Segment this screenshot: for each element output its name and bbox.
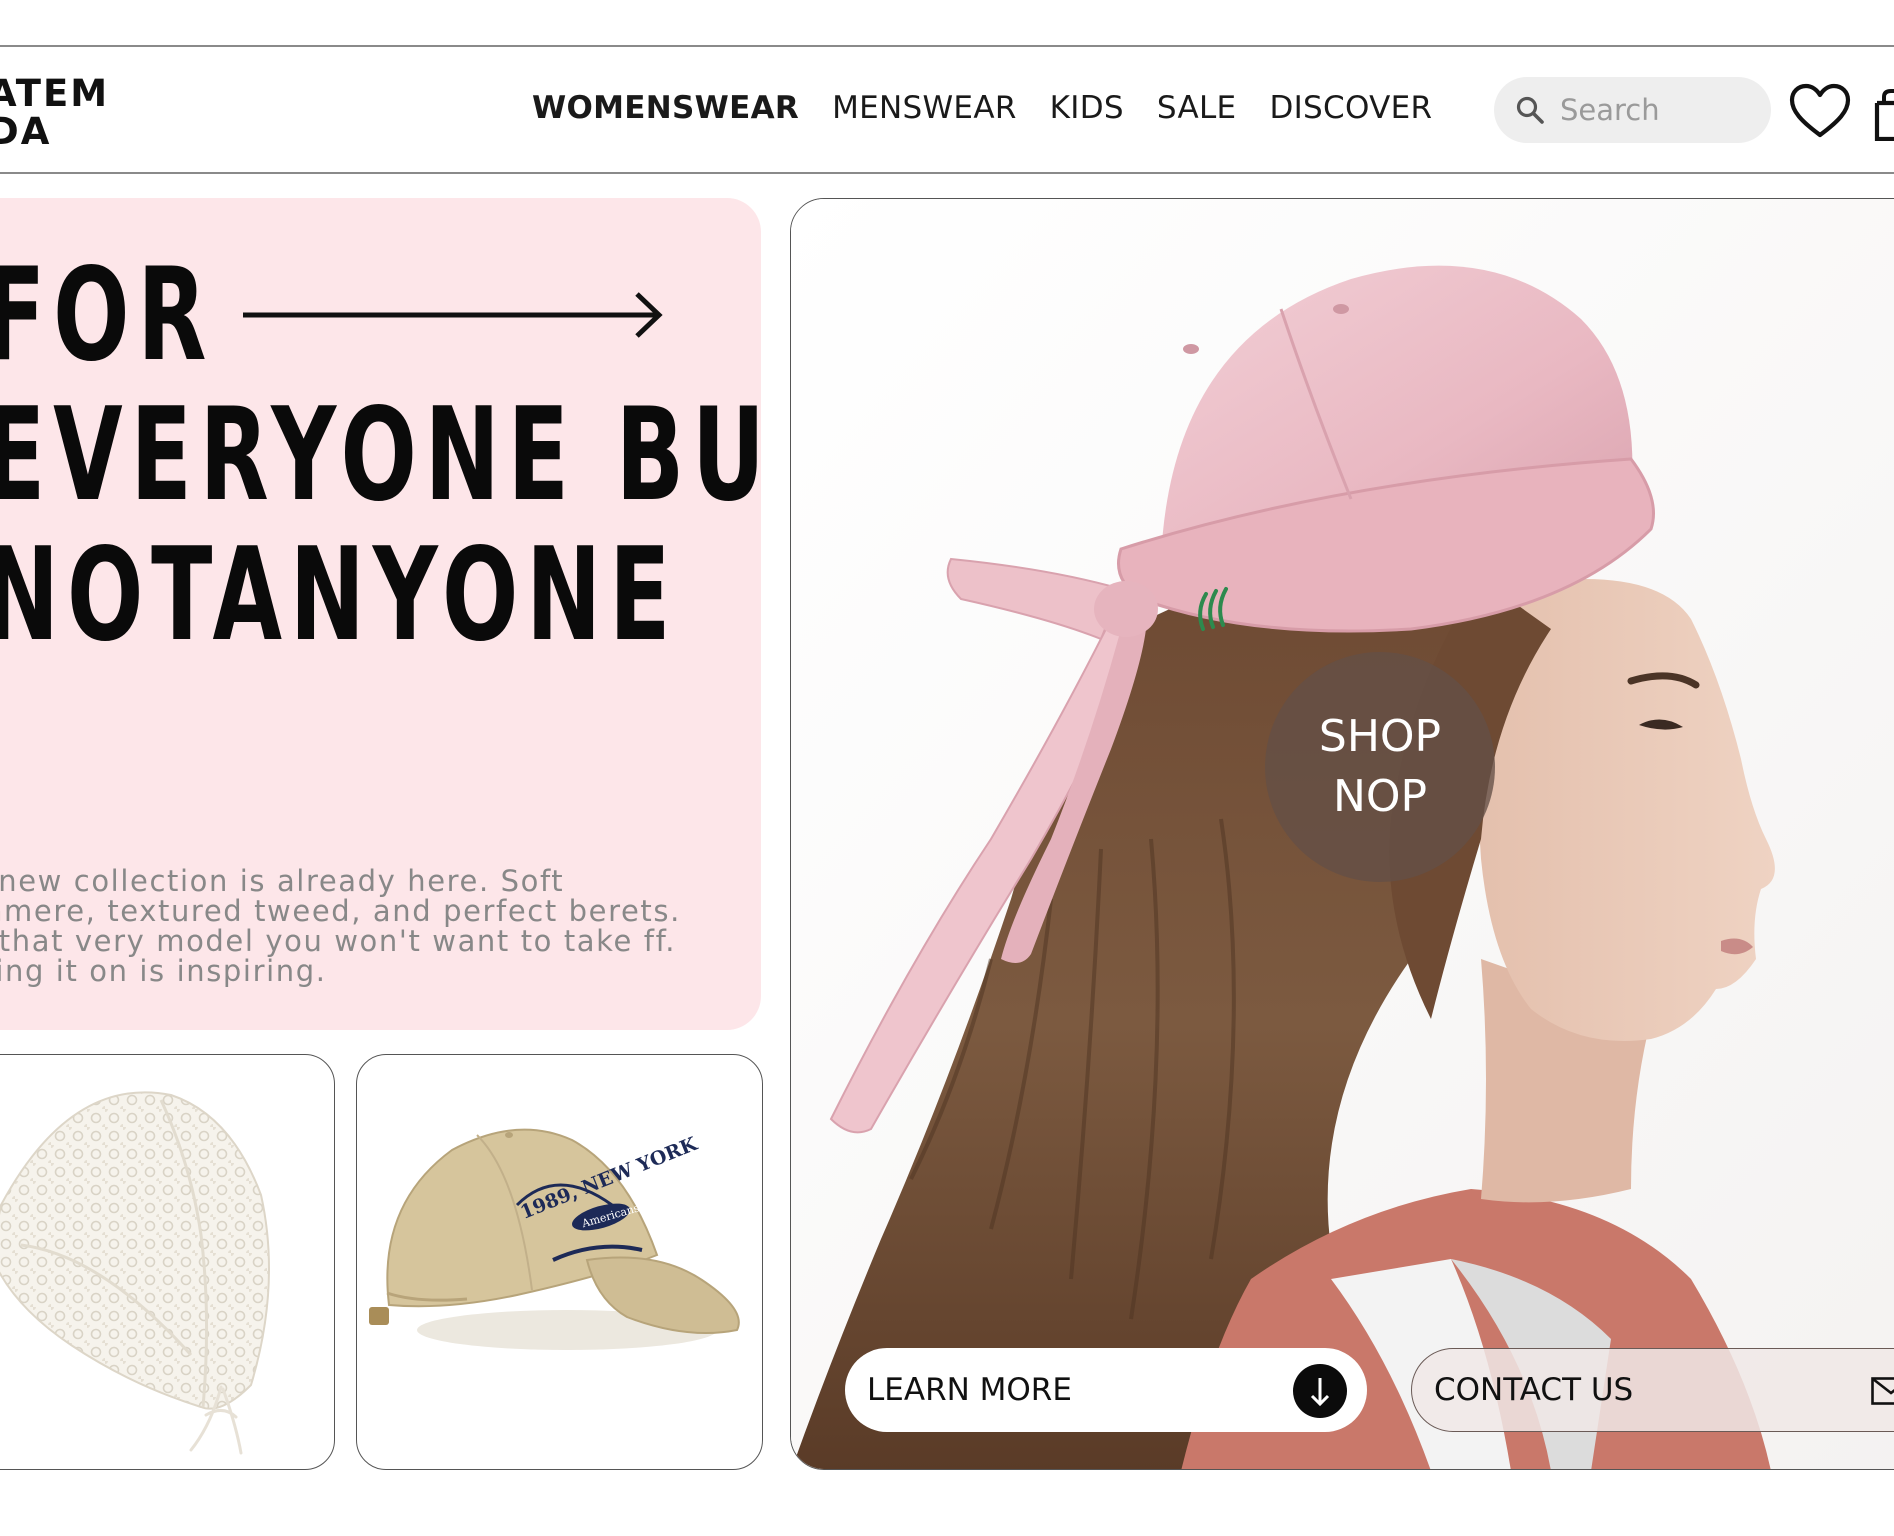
mail-icon [1871,1377,1894,1405]
brand-logo[interactable]: ATEM DA [0,75,109,151]
search-icon [1516,96,1544,124]
nav-sale[interactable]: SALE [1157,90,1237,126]
search-input[interactable] [1560,93,1750,127]
logo-line-2: DA [0,110,52,153]
shop-now-line-1: SHOP [1318,711,1442,762]
nav-discover[interactable]: DISCOVER [1269,90,1432,126]
headline-line-3: NOTANYONE [0,521,679,670]
site-header: ATEM DA WOMENSWEAR MENSWEAR KIDS SALE DI… [0,45,1894,174]
main-nav: WOMENSWEAR MENSWEAR KIDS SALE DISCOVER [532,90,1432,126]
contact-us-label: CONTACT US [1434,1372,1634,1408]
shop-now-button[interactable]: SHOP NOP [1265,652,1495,882]
nav-womenswear[interactable]: WOMENSWEAR [532,90,799,126]
logo-line-1: ATEM [0,72,110,115]
headline-line-2: EVERYONE BUT [0,381,761,530]
shop-now-line-2: NOP [1332,771,1428,822]
arrow-right-icon[interactable] [241,290,665,340]
learn-more-button[interactable]: LEARN MORE [845,1348,1367,1432]
product-card-headscarf[interactable] [0,1054,335,1470]
crochet-headscarf-image [0,1091,270,1455]
hero-description: he new collection is already here. Soft … [0,864,681,988]
arrow-down-icon [1293,1364,1347,1418]
product-card-cap[interactable]: 1989, NEW YORK Americans [356,1054,763,1470]
heart-icon[interactable] [1789,83,1851,139]
contact-us-button[interactable]: CONTACT US [1411,1348,1894,1432]
hero-card: FOR EVERYONE BUT NOTANYONE he new collec… [0,198,761,1030]
search-box[interactable] [1494,77,1771,143]
learn-more-label: LEARN MORE [867,1372,1072,1408]
baseball-cap-image: 1989, NEW YORK Americans [369,1128,740,1350]
nav-kids[interactable]: KIDS [1050,90,1124,126]
page: ATEM DA WOMENSWEAR MENSWEAR KIDS SALE DI… [0,0,1894,1536]
shopping-bag-icon[interactable] [1871,89,1894,141]
nav-menswear[interactable]: MENSWEAR [832,90,1017,126]
